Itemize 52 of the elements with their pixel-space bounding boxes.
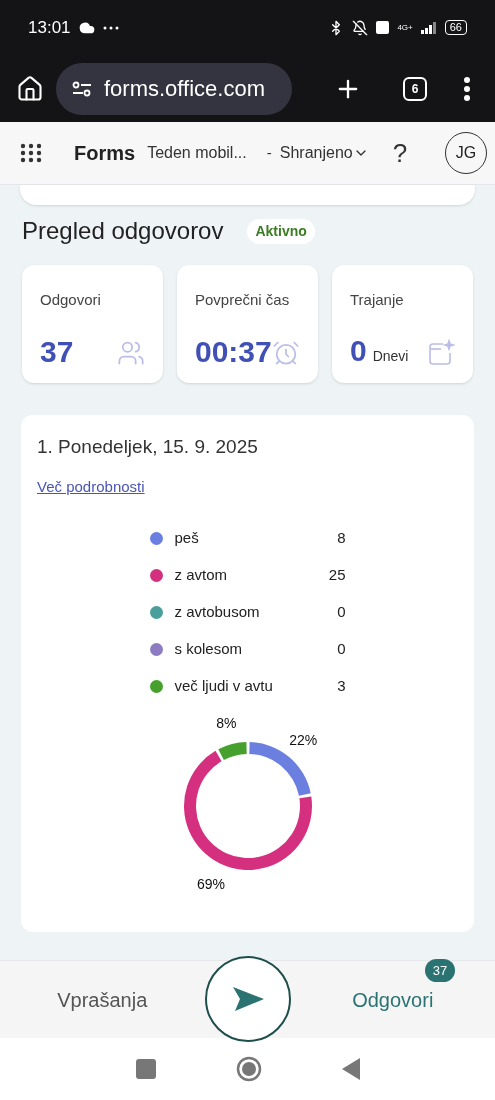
percent-label: 22% <box>288 731 317 748</box>
battery-level: 66 <box>444 19 467 36</box>
menu-icon[interactable] <box>463 75 471 102</box>
back-button[interactable] <box>341 1058 360 1080</box>
stat-label: Povprečni čas <box>195 290 291 310</box>
legend-label: z avtom <box>174 564 228 585</box>
network-type: 4G+ <box>397 23 413 32</box>
stat-value: 37 <box>40 337 74 367</box>
tab-count-button[interactable]: 6 <box>403 76 427 101</box>
section-title: Pregled odgovorov <box>22 216 224 246</box>
legend-label: z avtobusom <box>174 601 261 622</box>
send-icon <box>230 984 265 1013</box>
stat-unit: Dnevi <box>372 347 409 366</box>
clock: 13:01 <box>28 16 71 39</box>
stat-value: 0 <box>350 336 367 366</box>
legend-label: peš <box>174 527 200 548</box>
home-button[interactable] <box>16 74 44 103</box>
calendar-sparkle-icon <box>427 339 455 367</box>
legend-label: s kolesom <box>174 638 244 659</box>
stat-label: Trajanje <box>350 290 405 310</box>
recents-button[interactable] <box>135 1059 156 1079</box>
stat-label: Odgovori <box>40 290 102 310</box>
muted-bell-icon <box>352 19 369 36</box>
question-title: 1. Ponedeljek, 15. 9. 2025 <box>37 435 259 459</box>
more-notifications-icon <box>102 25 119 30</box>
legend-count: 3 <box>337 675 346 696</box>
percent-label: 8% <box>215 714 236 731</box>
site-settings-icon <box>72 80 92 97</box>
volte-icon <box>376 21 390 34</box>
separator: - <box>266 142 272 163</box>
home-nav-button[interactable] <box>235 1056 262 1082</box>
url: forms.office.com <box>104 75 265 103</box>
legend-count: 25 <box>328 564 346 585</box>
alarm-clock-icon <box>272 339 300 367</box>
app-launcher-icon[interactable] <box>20 143 42 163</box>
legend-label: več ljudi v avtu <box>174 675 274 696</box>
people-icon <box>117 339 145 367</box>
help-button[interactable]: ? <box>392 133 408 173</box>
stat-value: 00:37 <box>195 337 272 367</box>
address-bar[interactable]: forms.office.com <box>56 62 292 115</box>
legend-count: 8 <box>337 527 346 548</box>
legend-count: 0 <box>337 638 346 659</box>
details-link[interactable]: Več podrobnosti <box>37 475 145 498</box>
count-badge: 37 <box>424 958 456 982</box>
app-name: Forms <box>74 141 136 166</box>
nav-tab[interactable]: Vprašanja <box>57 984 148 1015</box>
status-badge: Aktivno <box>247 218 315 244</box>
legend-count: 0 <box>337 601 346 622</box>
signal-icon <box>420 21 437 34</box>
save-state[interactable]: Shranjeno <box>279 141 369 165</box>
percent-label: 69% <box>196 875 225 892</box>
form-title[interactable]: Teden mobil... <box>147 141 247 165</box>
